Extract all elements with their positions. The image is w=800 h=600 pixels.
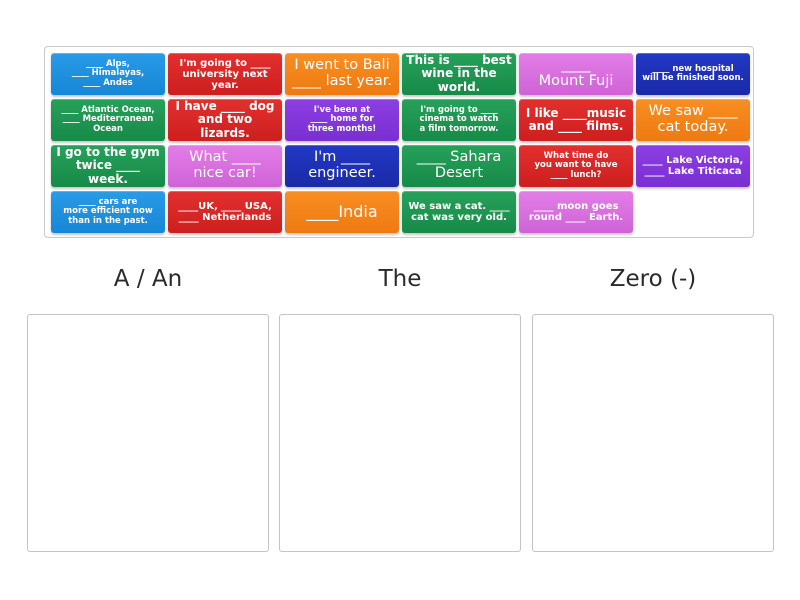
answer-card[interactable]: I've been at ____ home for three months! xyxy=(285,99,399,141)
answer-card[interactable]: I go to the gym twice ____ week. xyxy=(51,145,165,187)
drop-zone-the[interactable] xyxy=(279,314,521,552)
answer-card[interactable]: I'm going to ____ cinema to watch a film… xyxy=(402,99,516,141)
answer-card[interactable]: We saw a cat. ____ cat was very old. xyxy=(402,191,516,233)
answer-card[interactable]: ____ new hospital will be finished soon. xyxy=(636,53,750,95)
drop-zone-zero[interactable] xyxy=(532,314,774,552)
answer-card[interactable]: I like ____music and ____ films. xyxy=(519,99,633,141)
answer-card[interactable]: ____ Lake Victoria, ____ Lake Titicaca xyxy=(636,145,750,187)
answer-card[interactable]: ____ Sahara Desert xyxy=(402,145,516,187)
answer-card[interactable]: We saw ____ cat today. xyxy=(636,99,750,141)
answer-card[interactable]: ____ moon goes round ____ Earth. xyxy=(519,191,633,233)
answer-card[interactable]: I have ____ dog and two lizards. xyxy=(168,99,282,141)
drop-zone-a-an[interactable] xyxy=(27,314,269,552)
column-heading-a-an: A / An xyxy=(113,266,183,292)
answer-card[interactable]: What time do you want to have ____ lunch… xyxy=(519,145,633,187)
card-pool: ____ Alps, ____ Himalayas, ____ Andes I'm… xyxy=(44,46,754,238)
answer-card[interactable]: ____ cars are more efficient now than in… xyxy=(51,191,165,233)
answer-card[interactable]: What ____ nice car! xyxy=(168,145,282,187)
answer-card[interactable]: ____UK, ____ USA, ____ Netherlands xyxy=(168,191,282,233)
column-heading-the: The xyxy=(378,266,422,292)
answer-card[interactable]: ____ Alps, ____ Himalayas, ____ Andes xyxy=(51,53,165,95)
answer-card[interactable]: ____ Atlantic Ocean, ____ Mediterranean … xyxy=(51,99,165,141)
column-heading-zero: Zero (-) xyxy=(609,266,697,292)
answer-card[interactable]: ____India xyxy=(285,191,399,233)
answer-card[interactable]: This is ____ best wine in the world. xyxy=(402,53,516,95)
answer-card[interactable]: I'm ____ engineer. xyxy=(285,145,399,187)
answer-card[interactable]: I'm going to ____ university next year. xyxy=(168,53,282,95)
answer-card[interactable]: ____ Mount Fuji xyxy=(519,53,633,95)
answer-card[interactable]: I went to Bali ____ last year. xyxy=(285,53,399,95)
